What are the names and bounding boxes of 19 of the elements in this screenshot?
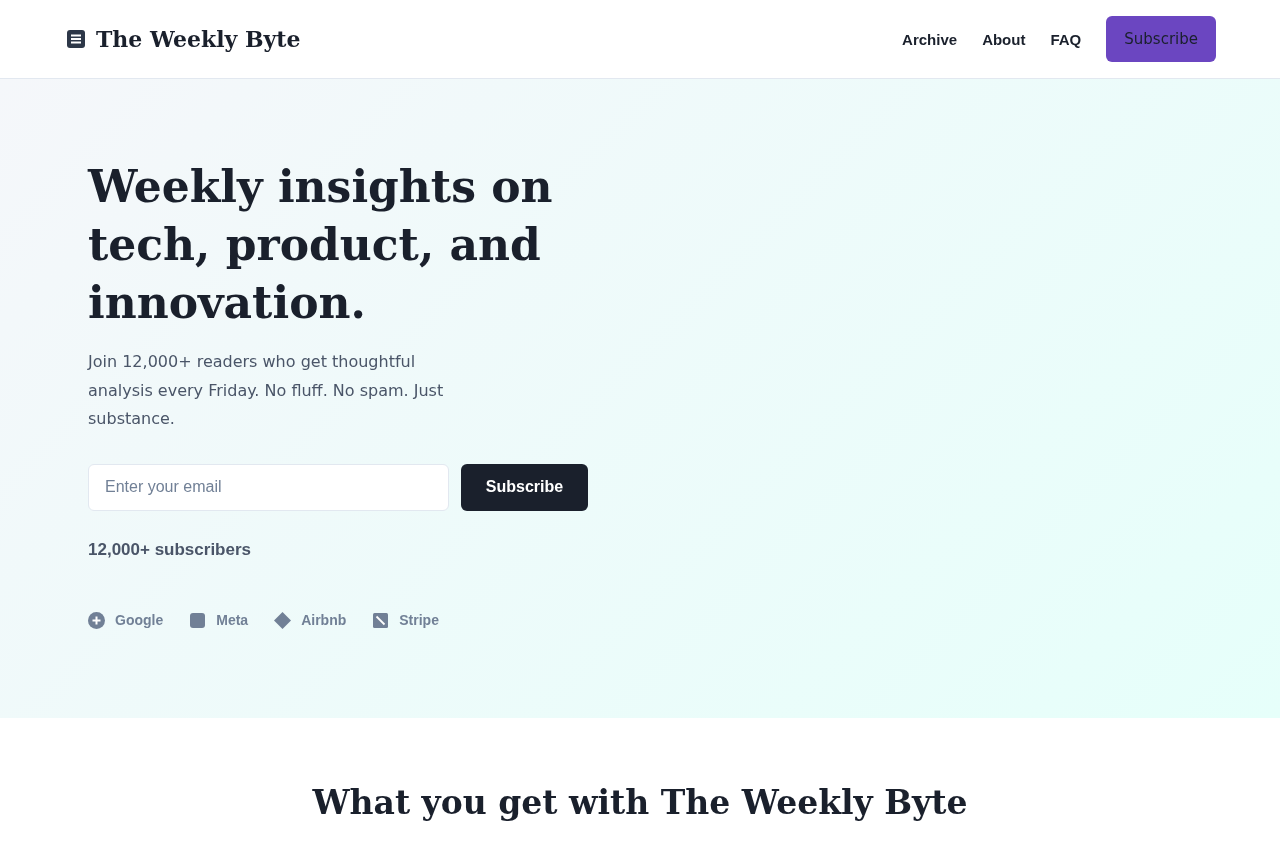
email-field[interactable]: Enter your email (88, 463, 449, 511)
diamond-icon (274, 611, 292, 629)
company-name: Google (115, 612, 164, 628)
slashed-square-icon (372, 611, 390, 629)
hero-description: Join 12,000+ readers who get thoughtful analysis every Friday. No fluff. No spam. Just substance. (88, 351, 445, 430)
list-icon (67, 30, 85, 48)
nav-link[interactable]: Archive (902, 30, 958, 48)
square-icon (189, 611, 207, 629)
hero-heading: Weekly insights on tech, product, and innovation. (88, 160, 554, 330)
site-title: The Weekly Byte (96, 26, 301, 52)
subscribe-button[interactable]: Subscribe (461, 463, 588, 511)
nav-link[interactable]: About (982, 30, 1026, 48)
section-heading: What you get with The Weekly Byte (311, 782, 969, 824)
company-name: Stripe (399, 612, 439, 628)
plus-circle-icon (88, 611, 105, 629)
company-name: Airbnb (301, 612, 347, 628)
company-name: Meta (216, 612, 249, 628)
nav-link[interactable]: FAQ (1050, 30, 1082, 48)
subscriber-count: 12,000+ subscribers (88, 539, 252, 559)
